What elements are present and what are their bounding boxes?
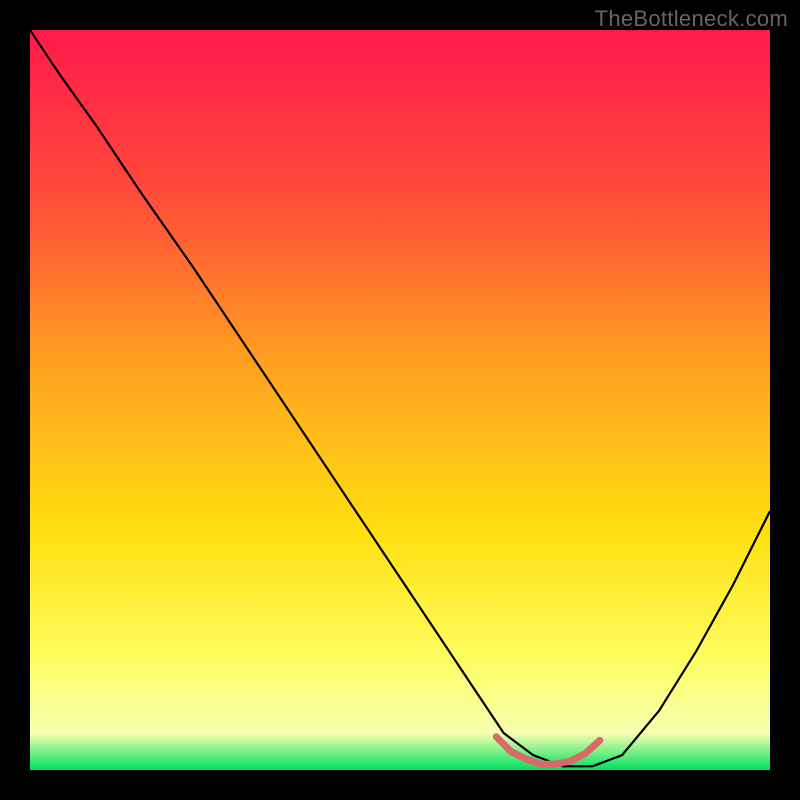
main-curve <box>30 30 770 766</box>
watermark-text: TheBottleneck.com <box>595 6 788 32</box>
chart-area <box>30 30 770 770</box>
curves-layer <box>30 30 770 770</box>
